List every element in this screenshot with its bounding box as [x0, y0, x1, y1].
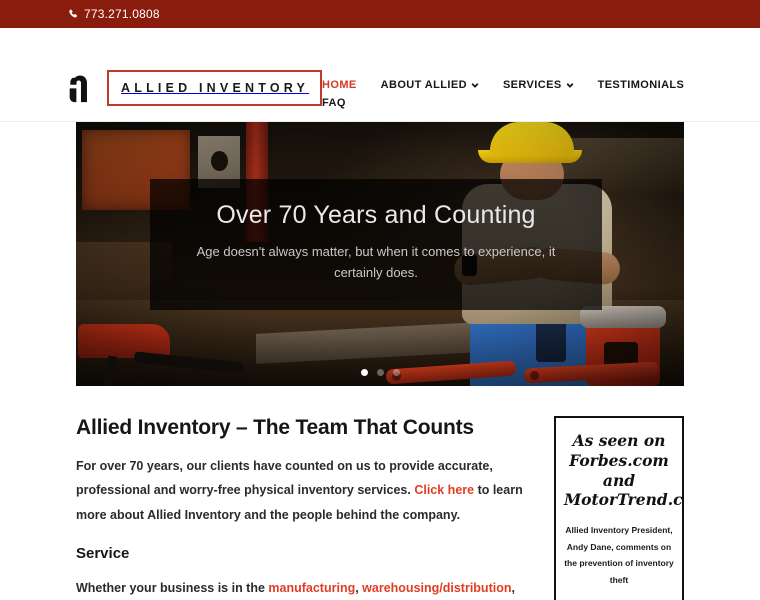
- nav-label-faq: FAQ: [322, 97, 346, 109]
- as-seen-on-line-2: Forbes.com: [569, 450, 669, 470]
- service-heading: Service: [76, 545, 130, 563]
- top-utility-bar: 773.271.0808: [0, 0, 760, 28]
- logo-mark-icon: [68, 72, 98, 104]
- hero-dot-1[interactable]: [360, 369, 368, 376]
- nav-label-about-allied: ABOUT ALLIED: [380, 79, 467, 91]
- phone-icon: [68, 9, 79, 20]
- hero-title: Over 70 Years and Counting: [216, 201, 536, 229]
- nav-item-about-allied[interactable]: ABOUT ALLIED: [381, 76, 479, 94]
- intro-click-here-link[interactable]: Click here: [414, 483, 474, 497]
- hero-dot-3[interactable]: [392, 369, 400, 376]
- hero-slider[interactable]: Over 70 Years and Counting Age doesn't a…: [76, 122, 684, 386]
- content-column: Allied Inventory – The Team That Counts …: [76, 416, 528, 600]
- main-content: Allied Inventory – The Team That Counts …: [0, 386, 760, 600]
- phone-link[interactable]: 773.271.0808: [68, 7, 160, 21]
- as-seen-on-line-4: MotorTrend.com: [564, 490, 683, 510]
- logo-text: ALLIED INVENTORY: [121, 81, 310, 95]
- nav-item-faq[interactable]: FAQ: [322, 94, 346, 112]
- as-seen-on-widget: As seen on Forbes.com and MotorTrend.com…: [554, 416, 684, 600]
- nav-item-testimonials[interactable]: TESTIMONIALS: [598, 76, 685, 94]
- service-text-3: ,: [511, 581, 515, 596]
- as-seen-on-body: Allied Inventory President, Andy Dane, c…: [564, 525, 674, 585]
- hero-caption-panel: Over 70 Years and Counting Age doesn't a…: [150, 179, 602, 310]
- hero-section: Over 70 Years and Counting Age doesn't a…: [0, 122, 760, 386]
- link-warehousing-distribution[interactable]: warehousing/distribution: [362, 581, 511, 595]
- hero-slider-dots: [76, 369, 684, 376]
- intro-paragraph: For over 70 years, our clients have coun…: [76, 454, 528, 527]
- nav-label-home: HOME: [322, 79, 357, 91]
- nav-label-services: SERVICES: [502, 79, 562, 91]
- logo-text-box: ALLIED INVENTORY: [107, 70, 323, 106]
- as-seen-on-headline: As seen on Forbes.com and MotorTrend.com: [564, 431, 683, 510]
- nav-label-testimonials: TESTIMONIALS: [597, 79, 685, 91]
- link-manufacturing[interactable]: manufacturing: [268, 581, 355, 595]
- hero-dot-2[interactable]: [376, 369, 384, 376]
- phone-number: 773.271.0808: [84, 7, 160, 21]
- sidebar: As seen on Forbes.com and MotorTrend.com…: [554, 416, 684, 600]
- as-seen-on-line-1: As seen on: [572, 431, 666, 450]
- hero-subtitle: Age doesn't always matter, but when it c…: [196, 244, 556, 280]
- nav-item-home[interactable]: HOME: [322, 76, 357, 94]
- chevron-down-icon: [566, 81, 574, 89]
- as-seen-on-line-3: and: [602, 470, 636, 490]
- nav-item-services[interactable]: SERVICES: [503, 76, 574, 94]
- service-text-1: Whether your business is in the: [76, 581, 269, 596]
- page-title: Allied Inventory – The Team That Counts: [76, 416, 474, 439]
- chevron-down-icon: [471, 81, 479, 89]
- site-logo[interactable]: ALLIED INVENTORY: [68, 70, 323, 106]
- service-paragraph: Whether your business is in the manufact…: [76, 576, 528, 600]
- site-header: ALLIED INVENTORY HOME ABOUT ALLIED SERVI…: [0, 28, 760, 147]
